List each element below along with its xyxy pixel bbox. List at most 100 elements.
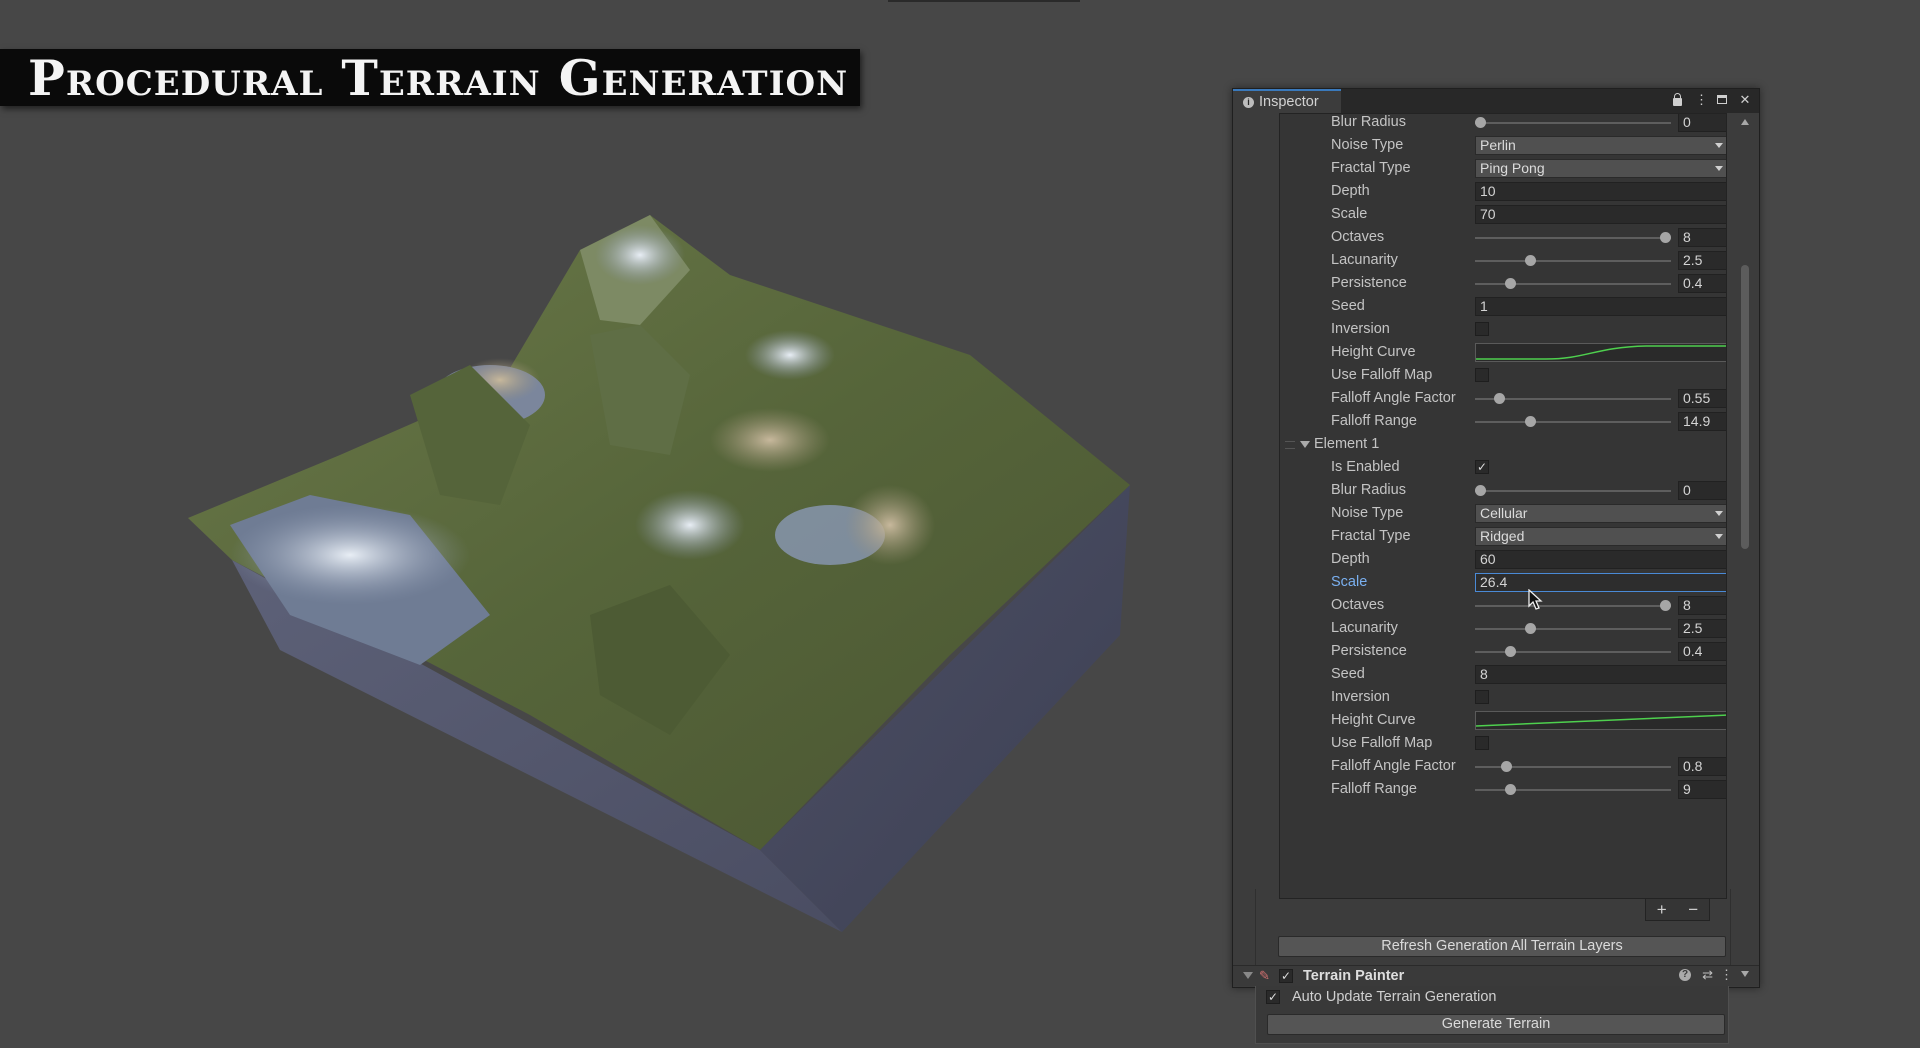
inversion-checkbox[interactable] [1475,690,1489,704]
falloff-angle-factor-input[interactable]: 0.55 [1678,389,1726,408]
page-title: Procedural Terrain Generation [28,48,849,107]
dropdown-value: Cellular [1480,505,1528,521]
row-blur-radius: Blur Radius 0 [1280,114,1726,134]
height-curve-field[interactable] [1475,711,1726,730]
field-label: Scale [1331,574,1368,590]
slider-thumb[interactable] [1493,393,1505,404]
maximize-icon[interactable] [1717,93,1729,107]
presets-icon[interactable]: ⇄ [1702,967,1713,983]
scale-input[interactable]: 26.4 [1475,573,1726,592]
scale-input[interactable]: 70 [1475,205,1726,224]
component-enabled-checkbox[interactable]: ✓ [1279,969,1293,983]
fractal-type-dropdown[interactable]: Ping Pong [1475,159,1726,178]
octaves-input[interactable]: 8 [1678,228,1726,247]
row-noise-type: Noise Type Cellular [1280,502,1726,525]
falloff-range-input[interactable]: 9 [1678,780,1726,799]
row-inversion: Inversion [1280,318,1726,341]
slider-thumb[interactable] [1660,600,1671,611]
depth-input[interactable]: 10 [1475,182,1726,201]
octaves-slider[interactable] [1475,600,1671,611]
lock-icon[interactable] [1673,93,1685,107]
scroll-down-icon[interactable] [1741,971,1749,977]
foldout-arrow-icon[interactable] [1243,972,1253,979]
field-label: Falloff Angle Factor [1331,758,1456,774]
persistence-input[interactable]: 0.4 [1678,274,1726,293]
generate-terrain-button[interactable]: Generate Terrain [1267,1014,1725,1035]
close-icon[interactable]: ✕ [1739,93,1751,107]
falloff-angle-factor-slider[interactable] [1475,393,1671,404]
blur-radius-slider[interactable] [1475,117,1671,128]
persistence-input[interactable]: 0.4 [1678,642,1726,661]
noise-type-dropdown[interactable]: Cellular [1475,504,1726,523]
slider-thumb[interactable] [1504,784,1516,795]
slider-thumb[interactable] [1524,416,1536,427]
row-seed: Seed 8 [1280,663,1726,686]
lacunarity-input[interactable]: 2.5 [1678,251,1726,270]
row-lacunarity: Lacunarity 2.5 [1280,249,1726,272]
dropdown-arrow-icon [1715,166,1723,171]
more-options-icon[interactable]: ⋮ [1695,93,1708,107]
element-1-label: Element 1 [1314,436,1380,452]
scrollbar[interactable] [1738,113,1752,979]
foldout-arrow-icon[interactable] [1300,441,1310,448]
blur-radius-input[interactable]: 0 [1678,114,1726,132]
row-blur-radius: Blur Radius 0 [1280,479,1726,502]
use-falloff-map-checkbox[interactable] [1475,368,1489,382]
field-label: Noise Type [1331,505,1404,521]
octaves-input[interactable]: 8 [1678,596,1726,615]
field-label: Depth [1331,551,1370,567]
blur-radius-input[interactable]: 0 [1678,481,1726,500]
lacunarity-slider[interactable] [1475,623,1671,634]
row-depth: Depth 60 [1280,548,1726,571]
field-label: Persistence [1331,275,1407,291]
slider-thumb[interactable] [1475,485,1486,496]
slider-thumb[interactable] [1504,646,1516,657]
falloff-range-input[interactable]: 14.9 [1678,412,1726,431]
persistence-slider[interactable] [1475,646,1671,657]
sand-patch-1 [710,408,830,472]
row-inversion: Inversion [1280,686,1726,709]
slider-thumb[interactable] [1524,255,1536,266]
slider-thumb[interactable] [1524,623,1536,634]
inversion-checkbox[interactable] [1475,322,1489,336]
persistence-slider[interactable] [1475,278,1671,289]
component-header[interactable]: ✎ ✓ Terrain Painter ? ⇄ ⋮ [1233,965,1759,986]
slider-thumb[interactable] [1504,278,1516,289]
fractal-type-dropdown[interactable]: Ridged [1475,527,1726,546]
height-curve-field[interactable] [1475,343,1726,362]
octaves-slider[interactable] [1475,232,1671,243]
falloff-range-slider[interactable] [1475,416,1671,427]
slider-thumb[interactable] [1660,232,1671,243]
row-height-curve: Height Curve [1280,341,1726,364]
slider-thumb[interactable] [1475,117,1486,128]
is-enabled-checkbox[interactable]: ✓ [1475,460,1489,474]
lacunarity-input[interactable]: 2.5 [1678,619,1726,638]
field-label: Fractal Type [1331,160,1411,176]
use-falloff-map-checkbox[interactable] [1475,736,1489,750]
falloff-range-slider[interactable] [1475,784,1671,795]
row-use-falloff-map: Use Falloff Map [1280,732,1726,755]
seed-input[interactable]: 1 [1475,297,1726,316]
scroll-up-icon[interactable] [1741,119,1749,125]
field-label: Seed [1331,666,1365,682]
auto-update-checkbox[interactable]: ✓ [1266,990,1280,1004]
blur-radius-slider[interactable] [1475,485,1671,496]
field-label: Noise Type [1331,137,1404,153]
terrain-preview [188,215,1130,932]
falloff-angle-factor-slider[interactable] [1475,761,1671,772]
dropdown-value: Ridged [1480,528,1525,544]
slider-thumb[interactable] [1500,761,1512,772]
dropdown-arrow-icon [1715,534,1723,539]
depth-input[interactable]: 60 [1475,550,1726,569]
lacunarity-slider[interactable] [1475,255,1671,266]
seed-input[interactable]: 8 [1475,665,1726,684]
drag-handle-icon[interactable] [1285,441,1295,449]
scroll-thumb[interactable] [1741,265,1749,549]
dropdown-value: Perlin [1480,137,1516,153]
falloff-angle-factor-input[interactable]: 0.8 [1678,757,1726,776]
tab-inspector[interactable]: i Inspector [1233,89,1341,113]
help-icon[interactable]: ? [1679,969,1691,981]
noise-type-dropdown[interactable]: Perlin [1475,136,1726,155]
more-options-icon[interactable]: ⋮ [1720,967,1733,983]
element-1-foldout[interactable]: Element 1 [1280,433,1726,456]
